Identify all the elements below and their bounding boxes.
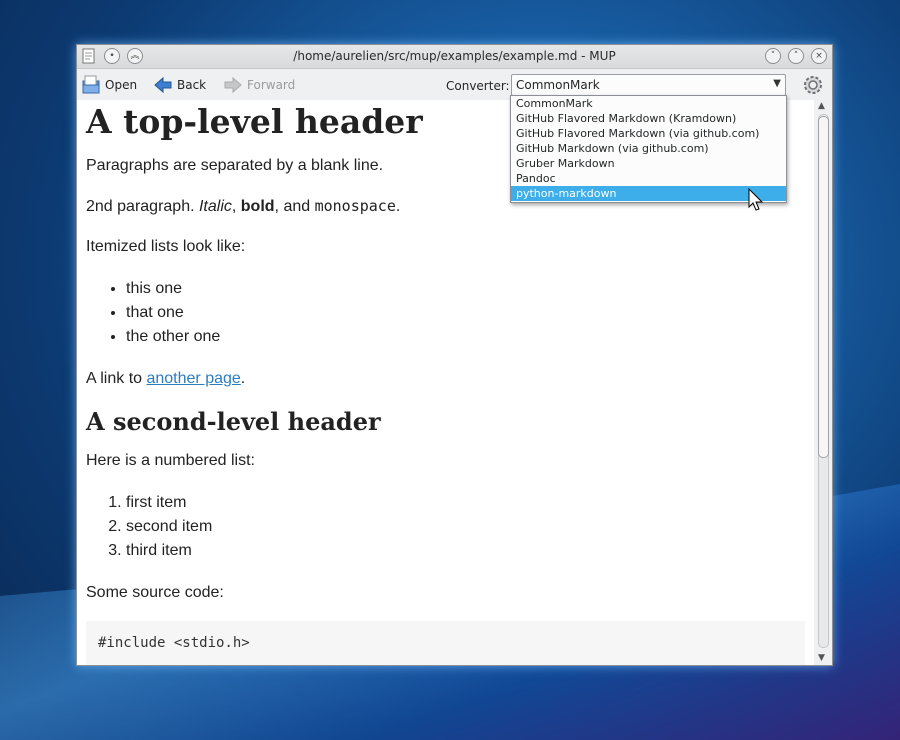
forward-button[interactable]: Forward — [223, 75, 295, 95]
list-item: that one — [126, 301, 805, 325]
converter-option[interactable]: GitHub Flavored Markdown (via github.com… — [511, 126, 786, 141]
paragraph-3: Itemized lists look like: — [86, 238, 246, 255]
p2-end: . — [395, 198, 401, 215]
another-page-link[interactable]: another page — [146, 370, 240, 387]
back-label: Back — [177, 78, 207, 92]
list-item: first item — [126, 491, 805, 515]
bold-text: bold — [240, 198, 275, 215]
bullet-list: this one that one the other one — [126, 277, 805, 349]
italic-text: Italic — [198, 198, 232, 215]
converter-option-highlighted[interactable]: python-markdown — [511, 186, 786, 201]
converter-option[interactable]: Gruber Markdown — [511, 156, 786, 171]
minimize-icon[interactable]: ˅ — [765, 48, 781, 64]
mouse-pointer-icon — [748, 187, 764, 212]
heading-2: A second-level header — [86, 407, 381, 436]
forward-label: Forward — [247, 78, 296, 92]
monospace-text: monospace — [314, 197, 396, 215]
scroll-up-icon[interactable]: ▲ — [818, 101, 825, 111]
arrow-right-icon — [223, 75, 243, 95]
open-button[interactable]: Open — [81, 75, 137, 95]
window-title: /home/aurelien/src/mup/examples/example.… — [293, 49, 616, 63]
maximize-icon[interactable]: ˄ — [788, 48, 804, 64]
back-button[interactable]: Back — [153, 75, 206, 95]
list-item: the other one — [126, 325, 805, 349]
document-open-icon — [81, 75, 101, 95]
title-bar[interactable]: • ︽ /home/aurelien/src/mup/examples/exam… — [77, 45, 832, 69]
scroll-thumb[interactable] — [818, 116, 829, 458]
converter-value: CommonMark — [516, 78, 600, 92]
p2-prefix: 2nd paragraph. — [86, 198, 199, 215]
list-item: second item — [126, 515, 805, 539]
p2-sep2: , and — [274, 198, 315, 215]
scroll-down-icon[interactable]: ▼ — [818, 653, 825, 663]
link-prefix: A link to — [86, 370, 147, 387]
converter-option[interactable]: GitHub Flavored Markdown (Kramdown) — [511, 111, 786, 126]
vertical-scrollbar[interactable]: ▲ ▼ — [815, 100, 832, 665]
list-item: this one — [126, 277, 805, 301]
converter-option[interactable]: Pandoc — [511, 171, 786, 186]
close-icon[interactable]: × — [811, 48, 827, 64]
converter-select[interactable]: CommonMark ▼ — [511, 74, 786, 96]
converter-label: Converter: — [446, 79, 510, 93]
open-label: Open — [105, 78, 138, 92]
arrow-left-icon — [153, 75, 173, 95]
code-block: #include <stdio.h> — [86, 621, 805, 665]
settings-gear-icon[interactable] — [801, 73, 825, 97]
p2-sep1: , — [231, 198, 241, 215]
converter-option[interactable]: GitHub Markdown (via github.com) — [511, 141, 786, 156]
converter-option[interactable]: CommonMark — [511, 96, 786, 111]
paragraph-5: Some source code: — [86, 584, 224, 601]
list-item: third item — [126, 539, 805, 563]
chevron-down-icon: ▼ — [773, 78, 781, 89]
link-paragraph: A link to another page. — [86, 369, 805, 389]
link-suffix: . — [240, 370, 246, 387]
numbered-list: first item second item third item — [126, 491, 805, 563]
converter-dropdown-list[interactable]: CommonMark GitHub Flavored Markdown (Kra… — [510, 95, 787, 203]
paragraph-4: Here is a numbered list: — [86, 452, 255, 469]
